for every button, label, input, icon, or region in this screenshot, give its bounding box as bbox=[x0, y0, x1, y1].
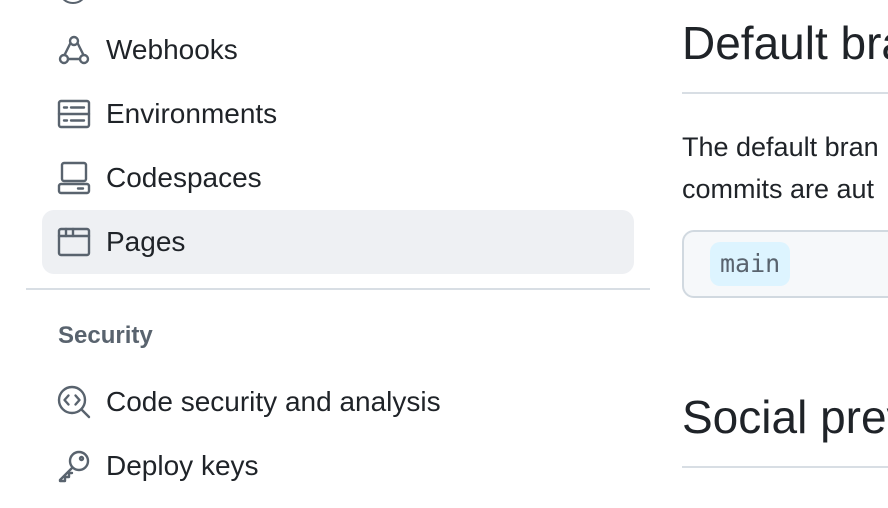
sidebar-item-label: Environments bbox=[106, 98, 278, 129]
codescan-icon bbox=[56, 384, 92, 420]
key-icon bbox=[56, 448, 92, 484]
default-branch-box: main bbox=[682, 230, 888, 298]
default-branch-title: Default bra bbox=[682, 17, 888, 69]
security-section-heading: Security bbox=[58, 322, 153, 349]
webhook-icon bbox=[56, 32, 92, 68]
sidebar-item-label: Pages bbox=[106, 226, 186, 257]
sidebar-item-codespaces[interactable]: Codespaces bbox=[42, 146, 634, 210]
sidebar-item-code-security[interactable]: Code security and analysis bbox=[42, 370, 634, 434]
partial-icon-top bbox=[58, 0, 88, 4]
browser-icon bbox=[56, 224, 92, 260]
sidebar-item-deploy-keys[interactable]: Deploy keys bbox=[42, 434, 634, 498]
codespaces-icon bbox=[56, 160, 92, 196]
sidebar-item-label: Code security and analysis bbox=[106, 386, 441, 417]
sidebar-item-label: Codespaces bbox=[106, 162, 262, 193]
default-branch-description-line2: commits are aut bbox=[682, 174, 875, 204]
social-preview-divider bbox=[682, 466, 888, 468]
sidebar-item-webhooks[interactable]: Webhooks bbox=[42, 18, 634, 82]
sidebar-item-pages[interactable]: Pages bbox=[42, 210, 634, 274]
social-preview-title: Social prev bbox=[682, 391, 888, 443]
default-branch-description-line1: The default bran bbox=[682, 132, 879, 162]
sidebar-item-label: Webhooks bbox=[106, 34, 238, 65]
sidebar-divider bbox=[26, 288, 650, 290]
sidebar-item-environments[interactable]: Environments bbox=[42, 82, 634, 146]
default-branch-divider bbox=[682, 92, 888, 94]
sidebar-item-label: Deploy keys bbox=[106, 450, 259, 481]
branch-name-pill: main bbox=[710, 242, 791, 286]
server-icon bbox=[56, 96, 92, 132]
